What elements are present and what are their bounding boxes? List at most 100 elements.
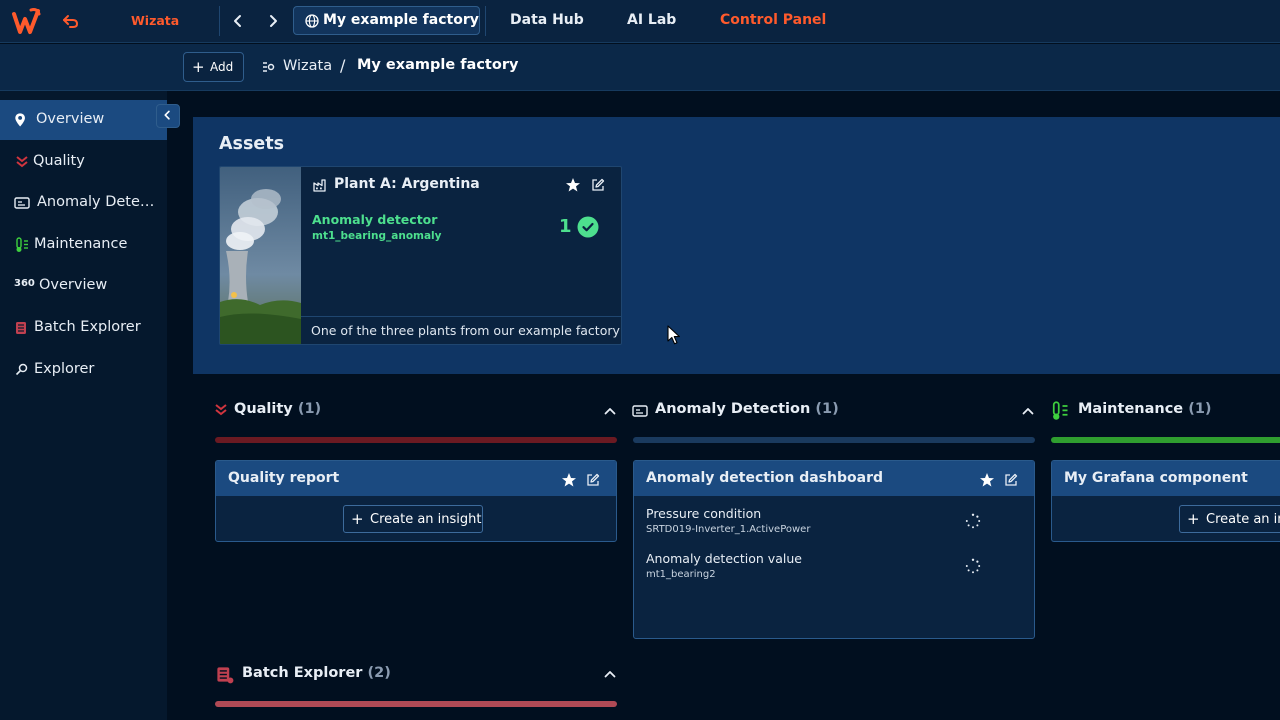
section-title-batch-explorer[interactable]: Batch Explorer (2) — [242, 665, 391, 681]
card-header: Anomaly detection dashboard — [634, 461, 1034, 496]
plus-icon: + — [351, 510, 364, 528]
nav-data-hub[interactable]: Data Hub — [510, 12, 584, 28]
plus-icon: + — [1187, 510, 1200, 528]
sidebar-item-explorer[interactable]: Explorer — [0, 350, 167, 390]
dashboard-card-icon — [632, 405, 648, 417]
sidebar-item-batch-explorer[interactable]: Batch Explorer — [0, 308, 167, 348]
metric-twin: SRTD019-Inverter_1.ActivePower — [646, 524, 811, 535]
card-title: Anomaly detection dashboard — [646, 470, 883, 486]
add-button-label: Add — [210, 60, 234, 74]
factory-tab-label: My example factory — [323, 12, 479, 28]
globe-icon — [305, 14, 319, 28]
section-title-text: Batch Explorer — [242, 665, 363, 681]
sidebar-item-overview[interactable]: Overview — [0, 100, 167, 140]
card-header: My Grafana component — [1052, 461, 1280, 496]
asset-name[interactable]: Plant A: Argentina — [334, 176, 480, 192]
sidebar-item-label: Overview — [39, 277, 108, 293]
sidebar-item-anomaly-detection[interactable]: Anomaly Dete… — [0, 183, 167, 223]
nav-ai-lab[interactable]: AI Lab — [627, 12, 676, 28]
section-title-text: Maintenance — [1078, 401, 1184, 417]
mouse-cursor-icon — [667, 325, 680, 345]
check-circle-icon — [577, 216, 599, 238]
map-pin-icon — [15, 113, 25, 127]
star-icon[interactable] — [979, 472, 995, 488]
breadcrumb-bar: + Add Wizata / My example factory — [0, 44, 1280, 91]
magnifier-icon — [15, 363, 28, 376]
grafana-component-card[interactable]: My Grafana component + Create an in — [1051, 460, 1280, 542]
plant-image — [220, 167, 301, 344]
divider — [301, 316, 621, 317]
card-header: Quality report — [216, 461, 616, 496]
sidebar-item-label: Explorer — [34, 361, 95, 377]
nav-forward-icon[interactable] — [263, 11, 283, 31]
sidebar-item-label: Batch Explorer — [34, 319, 141, 335]
sidebar-item-360-overview[interactable]: 360 Overview — [0, 266, 167, 306]
loading-spinner-icon — [965, 558, 981, 574]
card-title: My Grafana component — [1064, 470, 1248, 486]
nav-control-panel[interactable]: Control Panel — [720, 12, 826, 28]
add-button[interactable]: + Add — [183, 52, 244, 82]
section-count: (1) — [1188, 401, 1212, 417]
section-count: (2) — [367, 665, 391, 681]
chevron-left-icon — [164, 110, 170, 120]
asset-description: One of the three plants from our example… — [311, 323, 620, 338]
nav-back-icon[interactable] — [228, 11, 248, 31]
asset-card[interactable]: Plant A: Argentina Anomaly detector mt1_… — [219, 166, 622, 345]
360-icon: 360 — [14, 278, 35, 289]
create-insight-button[interactable]: + Create an in — [1179, 505, 1280, 533]
section-title-quality[interactable]: Quality (1) — [234, 401, 321, 417]
sidebar-item-label: Anomaly Dete… — [37, 194, 155, 210]
sidebar-item-label: Quality — [33, 153, 85, 169]
divider — [485, 6, 486, 36]
assets-title: Assets — [219, 134, 285, 154]
edit-icon[interactable] — [586, 473, 600, 487]
section-title-maintenance[interactable]: Maintenance (1) — [1078, 401, 1212, 417]
batch-bar — [215, 701, 617, 707]
breadcrumb-separator: / — [340, 56, 346, 75]
star-icon[interactable] — [561, 472, 577, 488]
sidebar-item-maintenance[interactable]: Maintenance — [0, 225, 167, 265]
edit-icon[interactable] — [1004, 473, 1018, 487]
maintenance-bar — [1051, 437, 1280, 443]
section-title-text: Anomaly Detection — [655, 401, 811, 417]
edit-icon[interactable] — [591, 178, 605, 192]
anomaly-detector-title[interactable]: Anomaly detector — [312, 212, 437, 227]
create-insight-button[interactable]: + Create an insight — [343, 505, 483, 533]
sidebar-item-label: Maintenance — [34, 236, 128, 252]
double-chevron-down-icon — [16, 156, 28, 168]
chevron-up-icon[interactable] — [603, 667, 617, 681]
metric-twin: mt1_bearing2 — [646, 569, 716, 580]
sidebar-item-quality[interactable]: Quality — [0, 142, 167, 182]
double-chevron-down-icon — [215, 404, 227, 416]
section-title-anomaly-detection[interactable]: Anomaly Detection (1) — [655, 401, 839, 417]
anomaly-dashboard-card[interactable]: Anomaly detection dashboard Pressure con… — [633, 460, 1035, 639]
metric-name: Anomaly detection value — [646, 551, 802, 566]
sidebar-collapse-button[interactable] — [156, 104, 180, 128]
card-title: Quality report — [228, 470, 340, 486]
factory-tab[interactable]: My example factory — [293, 6, 480, 35]
wizata-logo-icon[interactable] — [11, 6, 43, 36]
chevron-up-icon[interactable] — [603, 404, 617, 418]
anomaly-bar — [633, 437, 1035, 443]
quality-report-card[interactable]: Quality report + Create an insight — [215, 460, 617, 542]
section-title-text: Quality — [234, 401, 293, 417]
metric-name: Pressure condition — [646, 506, 762, 521]
chevron-up-icon[interactable] — [1021, 404, 1035, 418]
anomaly-detector-twin: mt1_bearing_anomaly — [312, 230, 442, 242]
undo-icon[interactable] — [61, 11, 81, 31]
assets-panel: Assets Plant A: Argentina Anomaly detect… — [193, 117, 1280, 374]
sidebar-item-label: Overview — [36, 111, 105, 127]
breadcrumb-root[interactable]: Wizata — [283, 58, 332, 74]
star-icon[interactable] — [565, 177, 581, 193]
section-count: (1) — [297, 401, 322, 417]
anomaly-count: 1 — [559, 216, 572, 237]
quality-bar — [215, 437, 617, 443]
dashboard-card-icon — [14, 197, 30, 209]
batch-icon — [16, 322, 26, 334]
loading-spinner-icon — [965, 513, 981, 529]
batch-icon — [217, 667, 234, 684]
top-bar: Wizata My example factory Data Hub AI La… — [0, 0, 1280, 43]
brand-title[interactable]: Wizata — [131, 13, 179, 28]
section-count: (1) — [815, 401, 839, 417]
factory-icon — [313, 179, 326, 192]
